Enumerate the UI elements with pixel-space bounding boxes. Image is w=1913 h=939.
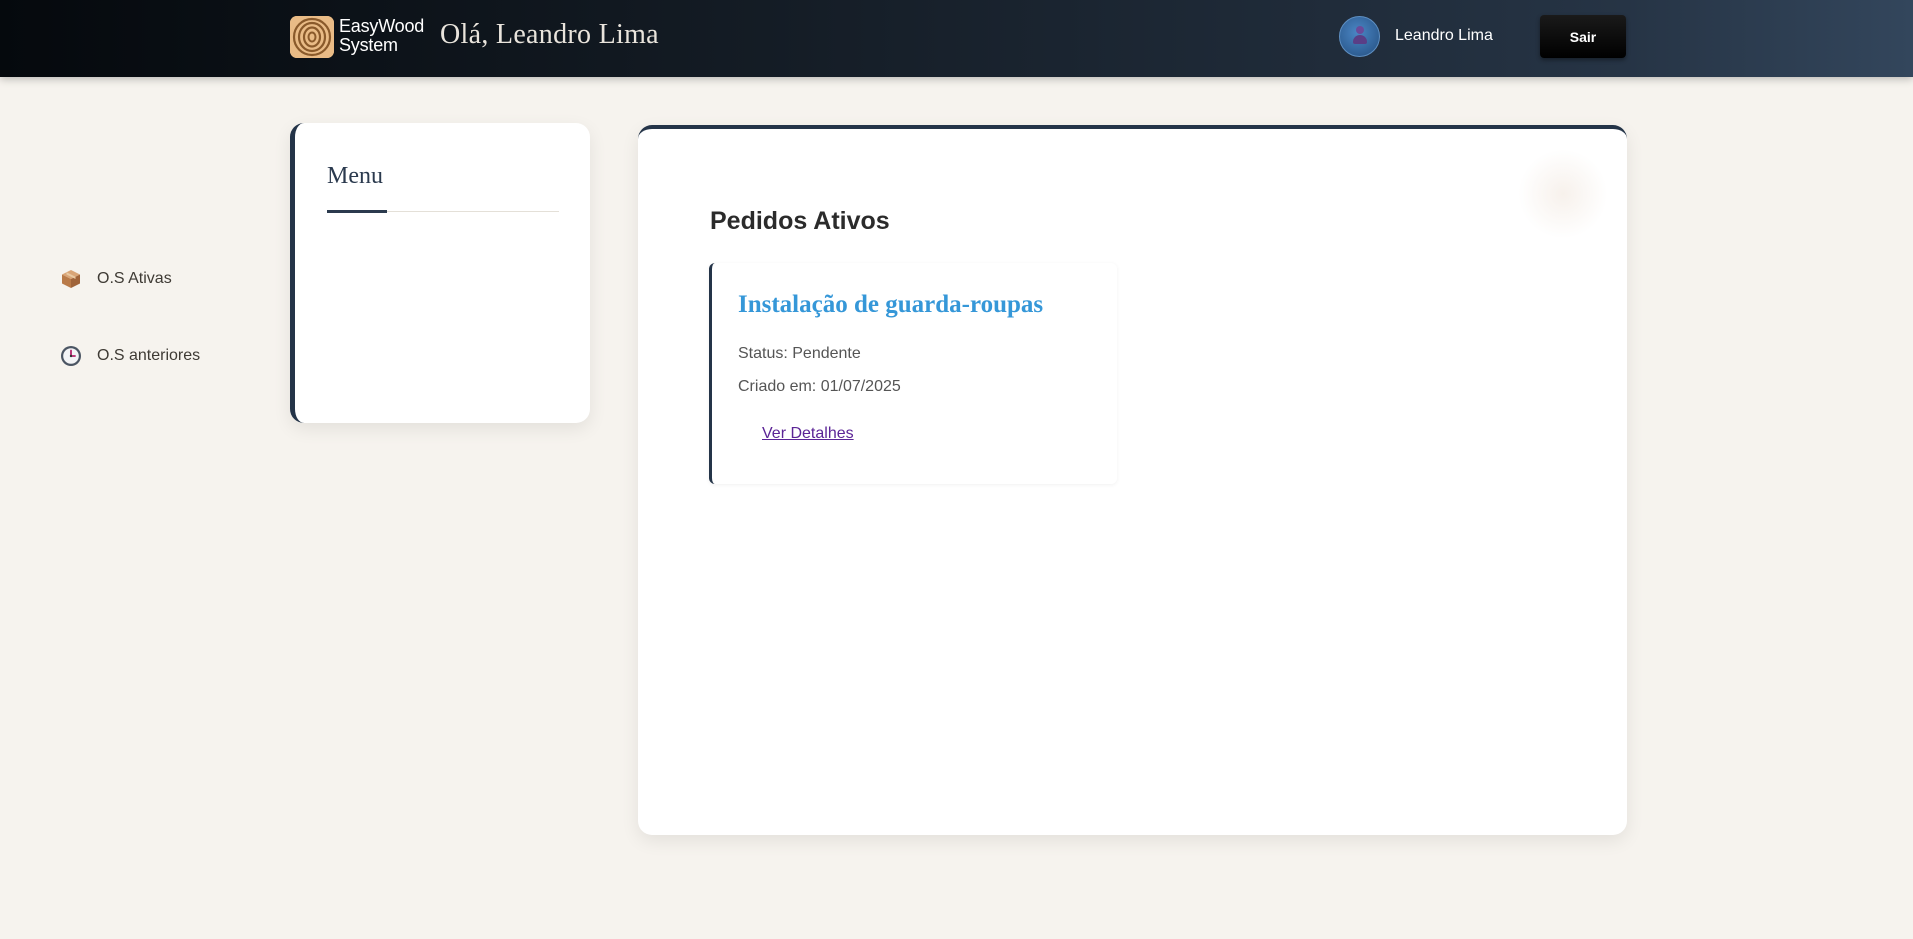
user-avatar[interactable]	[1339, 16, 1380, 57]
logout-button[interactable]: Sair	[1540, 15, 1626, 58]
menu-divider-accent	[327, 210, 387, 213]
order-status: Status: Pendente	[738, 345, 861, 362]
order-card: Instalação de guarda-roupas Status: Pend…	[709, 263, 1117, 484]
decorative-glow	[1518, 149, 1608, 239]
section-title: Pedidos Ativos	[710, 207, 890, 235]
sidebar-item-previous-orders[interactable]: O.S anteriores	[60, 341, 200, 371]
clock-icon	[60, 345, 82, 367]
main-content-panel: Pedidos Ativos Instalação de guarda-roup…	[638, 125, 1627, 835]
sidebar-menu: Menu	[290, 123, 590, 423]
order-title: Instalação de guarda-roupas	[738, 291, 1044, 318]
greeting-text: Olá, Leandro Lima	[440, 19, 659, 50]
wood-ring-logo-icon	[290, 16, 334, 58]
sidebar-item-active-orders[interactable]: O.S Ativas	[60, 264, 172, 294]
view-details-link[interactable]: Ver Detalhes	[762, 425, 854, 443]
sidebar-item-label: O.S Ativas	[97, 270, 172, 287]
top-navigation-bar: EasyWood System Olá, Leandro Lima Leandr…	[0, 0, 1913, 77]
order-created-date: Criado em: 01/07/2025	[738, 378, 901, 395]
user-name: Leandro Lima	[1395, 27, 1493, 44]
brand-line-1: EasyWood	[339, 16, 425, 36]
sidebar-item-label: O.S anteriores	[97, 347, 201, 364]
package-icon	[60, 268, 82, 290]
user-icon	[1353, 26, 1367, 46]
brand-line-2: System	[339, 35, 398, 55]
menu-title: Menu	[327, 163, 383, 189]
brand-name: EasyWood System	[339, 17, 424, 55]
